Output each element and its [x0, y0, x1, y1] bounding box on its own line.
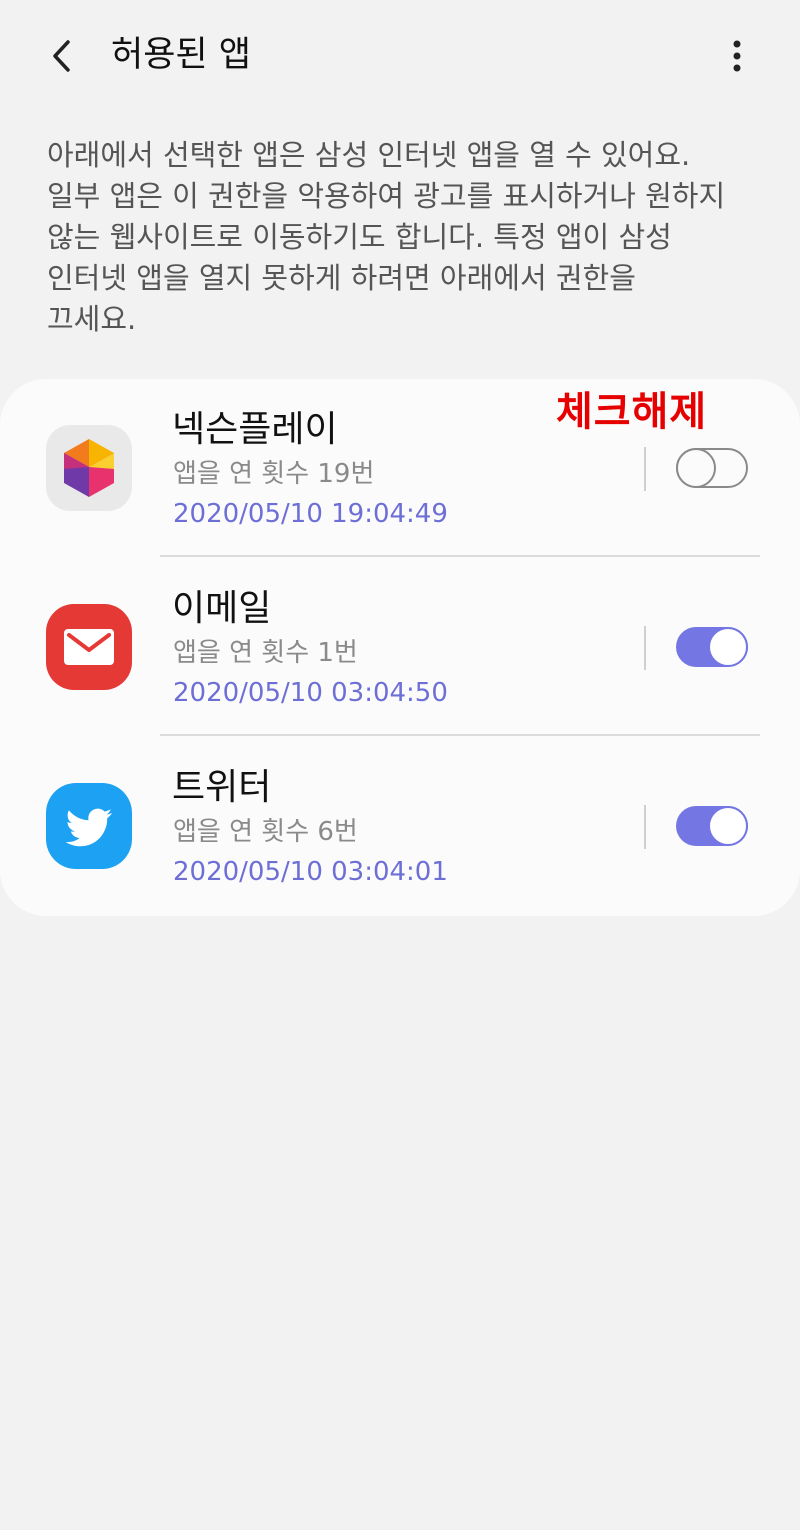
permission-toggle[interactable]: [676, 806, 748, 846]
toggle-knob: [675, 447, 716, 488]
divider: [644, 447, 646, 491]
open-count: 앱을 연 횟수 19번: [173, 459, 375, 489]
app-name: 이메일: [172, 588, 272, 629]
app-name: 넥슨플레이: [172, 409, 338, 450]
last-opened-time: 2020/05/10 03:04:50: [173, 678, 448, 708]
list-item[interactable]: 트위터 앱을 연 횟수 6번 2020/05/10 03:04:01: [0, 737, 800, 916]
uncheck-annotation: 체크해제: [556, 389, 708, 435]
open-count: 앱을 연 횟수 6번: [173, 817, 358, 847]
row-divider: [160, 555, 760, 557]
page-title: 허용된 앱: [111, 35, 251, 75]
more-options-button[interactable]: [712, 30, 762, 82]
more-vertical-icon: [733, 40, 741, 72]
toggle-knob: [708, 806, 748, 846]
nexon-play-icon: [46, 425, 132, 511]
permission-toggle[interactable]: [675, 447, 748, 488]
chevron-left-icon: [53, 40, 70, 72]
list-item[interactable]: 이메일 앱을 연 횟수 1번 2020/05/10 03:04:50: [0, 558, 800, 737]
description-text: 아래에서 선택한 앱은 삼성 인터넷 앱을 열 수 있어요. 일부 앱은 이 권…: [47, 138, 726, 336]
back-button[interactable]: [36, 30, 88, 82]
app-list-card: 넥슨플레이 앱을 연 횟수 19번 2020/05/10 19:04:49 이메…: [0, 379, 800, 916]
permission-toggle[interactable]: [676, 627, 748, 667]
email-icon: [46, 604, 132, 690]
open-count: 앱을 연 횟수 1번: [173, 638, 358, 668]
twitter-icon: [46, 783, 132, 869]
toggle-knob: [708, 627, 748, 667]
last-opened-time: 2020/05/10 03:04:01: [173, 857, 448, 887]
row-divider: [160, 734, 760, 736]
divider: [644, 805, 646, 849]
divider: [644, 626, 646, 670]
last-opened-time: 2020/05/10 19:04:49: [173, 499, 448, 529]
app-bar: 허용된 앱: [0, 0, 800, 110]
app-name: 트위터: [172, 767, 272, 808]
